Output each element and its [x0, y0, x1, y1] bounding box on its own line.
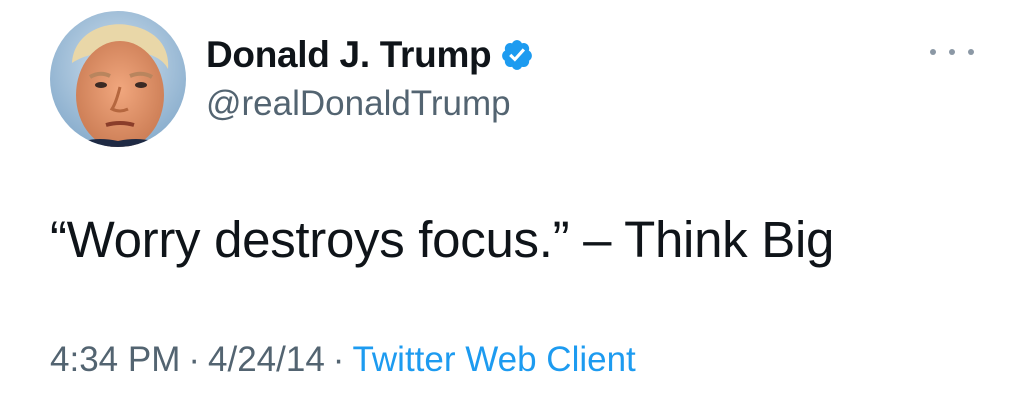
more-options-icon[interactable]	[930, 42, 974, 62]
tweet-source-link[interactable]: Twitter Web Client	[352, 340, 635, 379]
avatar[interactable]	[50, 11, 186, 147]
name-row: Donald J. Trump	[206, 32, 534, 78]
display-name[interactable]: Donald J. Trump	[206, 34, 492, 76]
meta-separator: ·	[332, 340, 345, 379]
tweet-date[interactable]: 4/24/14	[208, 340, 325, 379]
verified-badge-icon	[500, 38, 534, 72]
more-dot	[949, 49, 955, 55]
tweet-time[interactable]: 4:34 PM	[50, 340, 180, 379]
avatar-image	[50, 11, 186, 147]
meta-separator: ·	[188, 340, 201, 379]
tweet-card: Donald J. Trump @realDonaldTrump “Worry …	[0, 0, 1024, 413]
more-dot	[968, 49, 974, 55]
more-dot	[930, 49, 936, 55]
tweet-text: “Worry destroys focus.” – Think Big	[50, 211, 835, 268]
tweet-meta: 4:34 PM · 4/24/14 · Twitter Web Client	[50, 340, 636, 380]
user-handle[interactable]: @realDonaldTrump	[206, 84, 511, 124]
